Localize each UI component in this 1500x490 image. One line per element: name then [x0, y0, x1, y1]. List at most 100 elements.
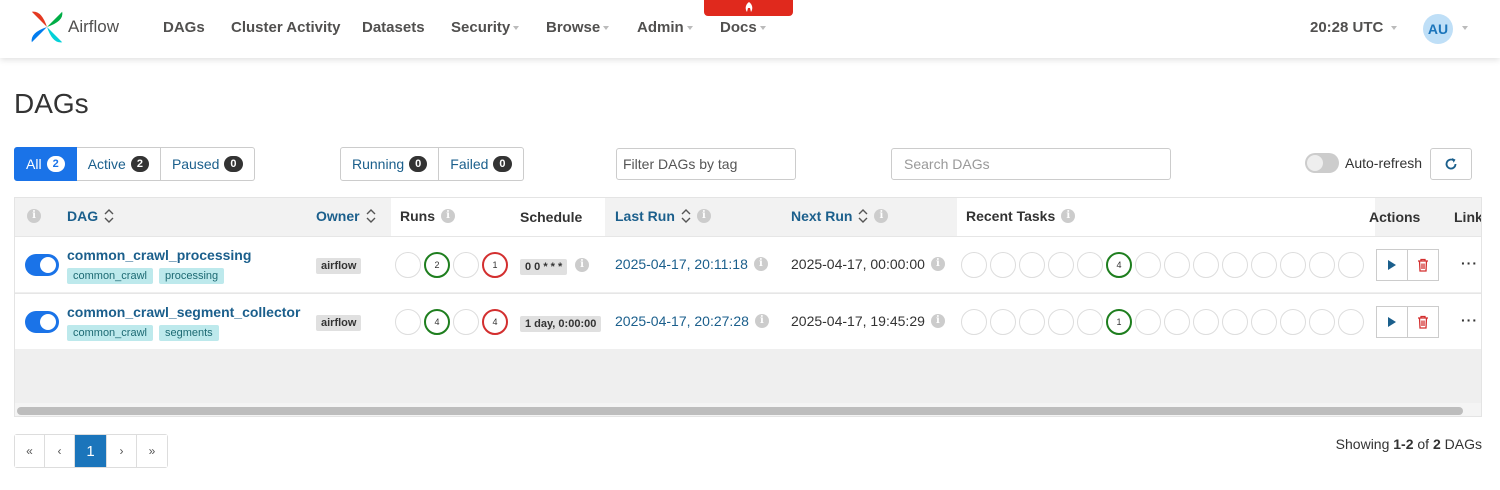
run-status-circle-running[interactable]: [453, 309, 479, 335]
run-status-circle-queued[interactable]: [395, 252, 421, 278]
filter-failed-button[interactable]: Failed 0: [439, 147, 524, 181]
schedule-badge[interactable]: 1 day, 0:00:00: [520, 316, 602, 332]
user-avatar[interactable]: AU: [1423, 14, 1453, 44]
auto-refresh-toggle[interactable]: [1305, 153, 1339, 173]
task-status-circle[interactable]: [1135, 252, 1161, 278]
last-run-link[interactable]: 2025-04-17, 20:27:28 i: [615, 313, 769, 329]
info-icon[interactable]: i: [874, 209, 889, 223]
task-status-circle[interactable]: [961, 252, 987, 278]
task-status-circle[interactable]: [1164, 309, 1190, 335]
tag-badge[interactable]: segments: [158, 325, 219, 341]
info-icon[interactable]: i: [575, 258, 589, 272]
column-header-next-run[interactable]: Next Run i: [791, 208, 889, 224]
task-status-circle[interactable]: [1280, 309, 1306, 335]
brand-name[interactable]: Airflow: [68, 17, 119, 37]
nav-dags[interactable]: DAGs: [163, 19, 205, 36]
task-status-circle[interactable]: [1193, 252, 1219, 278]
task-status-circle[interactable]: [1135, 309, 1161, 335]
task-status-circle[interactable]: [1309, 309, 1335, 335]
task-status-circle[interactable]: [1048, 252, 1074, 278]
task-status-circle[interactable]: [1222, 309, 1248, 335]
delete-dag-button[interactable]: [1407, 249, 1439, 281]
filter-running-button[interactable]: Running 0: [340, 147, 440, 181]
info-icon[interactable]: i: [441, 209, 455, 223]
nav-security[interactable]: Security: [451, 19, 520, 36]
column-header-owner[interactable]: Owner: [316, 208, 376, 224]
task-status-circle[interactable]: [1193, 309, 1219, 335]
trash-icon: [1418, 315, 1428, 329]
nav-datasets[interactable]: Datasets: [362, 19, 425, 36]
task-status-circle[interactable]: [1251, 252, 1277, 278]
task-status-circle[interactable]: [1164, 252, 1190, 278]
owner-badge[interactable]: airflow: [316, 258, 362, 274]
info-icon[interactable]: i: [753, 257, 768, 271]
chevron-down-icon[interactable]: [1462, 26, 1468, 30]
run-status-circle-success[interactable]: 4: [424, 309, 450, 335]
info-icon[interactable]: i: [696, 209, 711, 223]
more-links-icon[interactable]: ···: [1461, 312, 1478, 328]
run-status-circle-failed[interactable]: 4: [482, 309, 508, 335]
task-status-circle[interactable]: [1077, 252, 1103, 278]
column-header-dag[interactable]: DAG: [67, 208, 114, 224]
info-icon[interactable]: i: [27, 209, 41, 223]
prev-page-button[interactable]: ‹: [45, 435, 75, 467]
nav-cluster-activity[interactable]: Cluster Activity: [231, 19, 340, 36]
refresh-button[interactable]: [1430, 148, 1472, 180]
nav-docs[interactable]: Docs: [720, 19, 766, 36]
tag-badge[interactable]: common_crawl: [67, 268, 153, 284]
task-status-circle[interactable]: [1077, 309, 1103, 335]
delete-dag-button[interactable]: [1407, 306, 1439, 338]
next-page-button[interactable]: ›: [107, 435, 137, 467]
last-page-button[interactable]: »: [137, 435, 167, 467]
tag-filter-input[interactable]: Filter DAGs by tag: [616, 148, 796, 180]
task-status-circle[interactable]: [1338, 309, 1364, 335]
dag-name-link[interactable]: common_crawl_segment_collector: [67, 304, 300, 320]
tag-badge[interactable]: common_crawl: [67, 325, 153, 341]
task-status-circle[interactable]: [1338, 252, 1364, 278]
nav-browse[interactable]: Browse: [546, 19, 610, 36]
dag-toggle-switch[interactable]: [25, 254, 59, 276]
task-status-circle[interactable]: [990, 309, 1016, 335]
task-status-circle[interactable]: [1019, 252, 1045, 278]
last-run-link[interactable]: 2025-04-17, 20:11:18 i: [615, 256, 768, 272]
task-status-circle[interactable]: [961, 309, 987, 335]
dag-tags: common_crawl segments: [67, 325, 219, 341]
filter-paused-button[interactable]: Paused 0: [160, 147, 255, 181]
trigger-dag-button[interactable]: [1376, 249, 1408, 281]
task-status-circle[interactable]: 1: [1106, 309, 1132, 335]
airflow-logo-icon[interactable]: [28, 8, 66, 46]
task-status-circle[interactable]: [990, 252, 1016, 278]
run-status-circle-failed[interactable]: 1: [482, 252, 508, 278]
task-status-circle[interactable]: [1309, 252, 1335, 278]
column-header-last-run[interactable]: Last Run i: [615, 208, 711, 224]
filter-active-button[interactable]: Active 2: [76, 147, 161, 181]
task-status-circle[interactable]: [1222, 252, 1248, 278]
info-icon[interactable]: i: [754, 314, 769, 328]
task-status-circle[interactable]: 4: [1106, 252, 1132, 278]
owner-badge[interactable]: airflow: [316, 315, 362, 331]
info-icon[interactable]: i: [930, 314, 945, 328]
filter-all-button[interactable]: All 2: [14, 147, 77, 181]
horizontal-scrollbar[interactable]: [17, 407, 1463, 415]
search-dags-input[interactable]: Search DAGs: [891, 148, 1171, 180]
tag-badge[interactable]: processing: [158, 268, 225, 284]
run-status-circle-running[interactable]: [453, 252, 479, 278]
task-status-circle[interactable]: [1019, 309, 1045, 335]
more-links-icon[interactable]: ···: [1461, 255, 1478, 271]
utc-clock[interactable]: 20:28 UTC: [1310, 19, 1398, 36]
schedule-badge[interactable]: 0 0 * * *: [520, 259, 568, 275]
nav-admin[interactable]: Admin: [637, 19, 693, 36]
run-status-circle-success[interactable]: 2: [424, 252, 450, 278]
first-page-button[interactable]: «: [15, 435, 45, 467]
dag-name-link[interactable]: common_crawl_processing: [67, 247, 251, 263]
dag-toggle-switch[interactable]: [25, 311, 59, 333]
info-icon[interactable]: i: [930, 257, 945, 271]
task-status-circle[interactable]: [1280, 252, 1306, 278]
auto-refresh-control[interactable]: Auto-refresh: [1305, 153, 1422, 173]
current-page-button[interactable]: 1: [75, 435, 107, 467]
trigger-dag-button[interactable]: [1376, 306, 1408, 338]
task-status-circle[interactable]: [1251, 309, 1277, 335]
info-icon[interactable]: i: [1061, 209, 1076, 223]
run-status-circle-queued[interactable]: [395, 309, 421, 335]
task-status-circle[interactable]: [1048, 309, 1074, 335]
